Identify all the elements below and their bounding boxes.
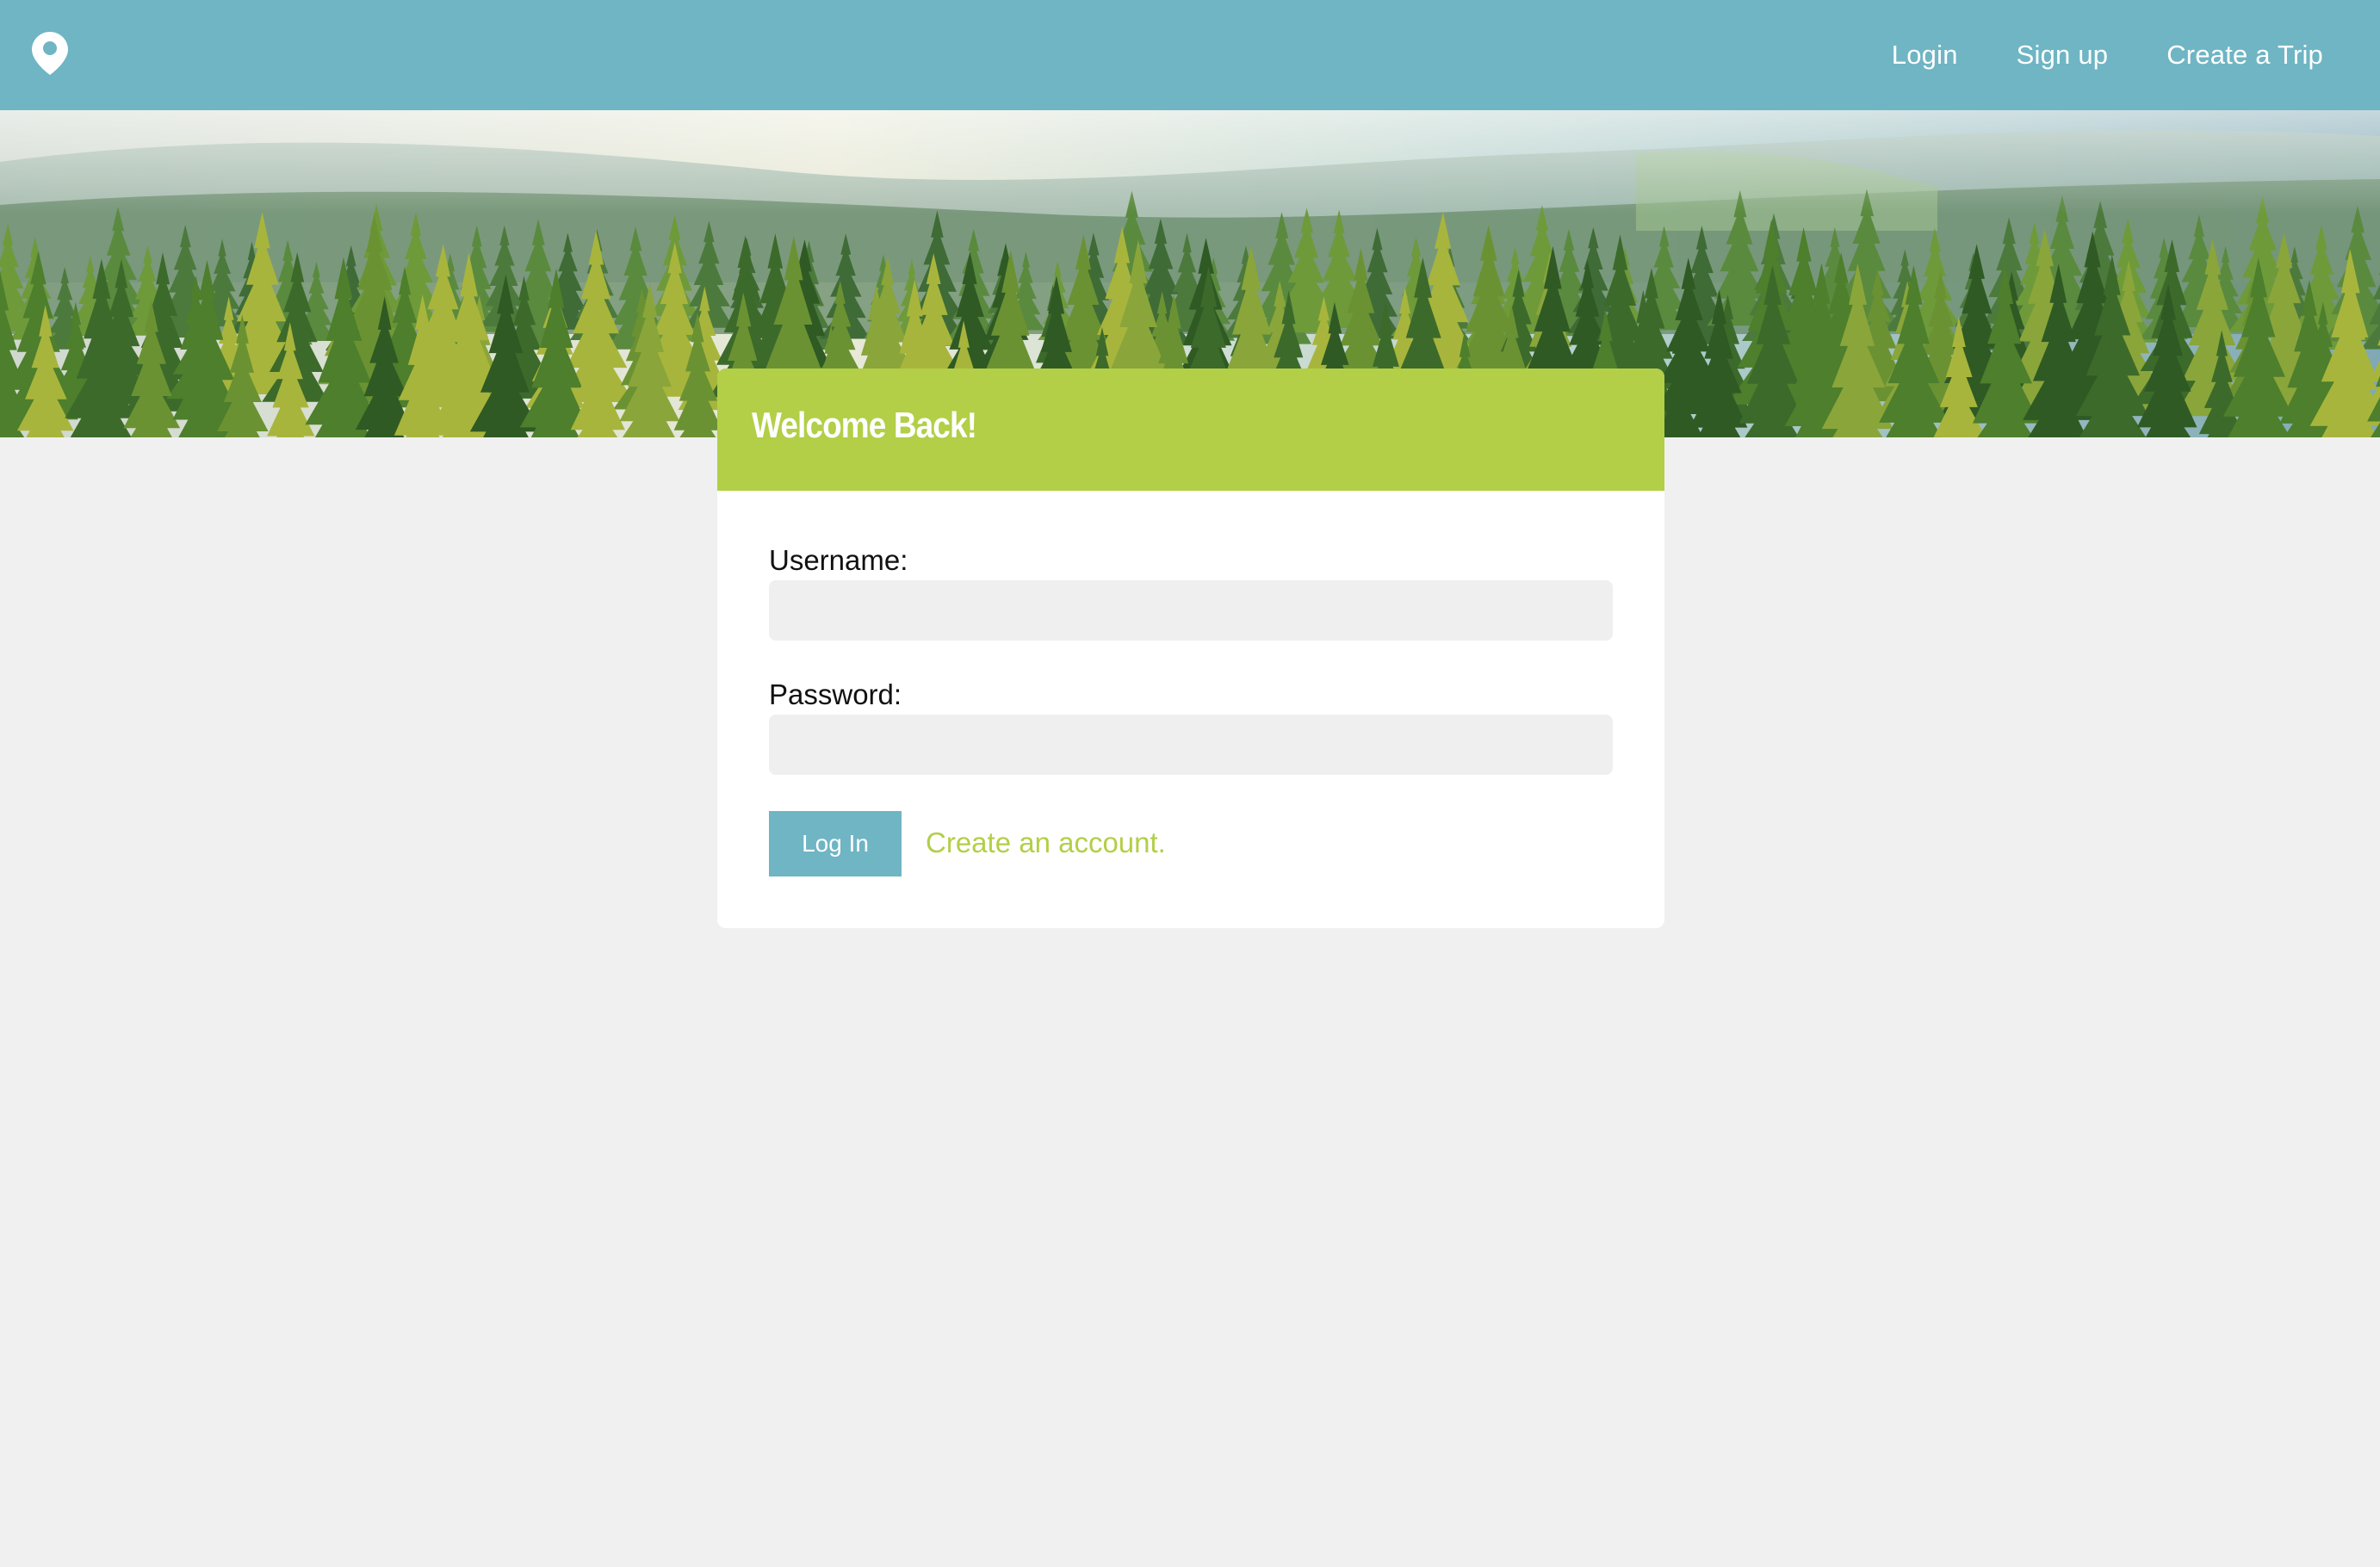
nav-links: Login Sign up Create a Trip <box>1892 0 2323 110</box>
password-input[interactable] <box>769 715 1613 775</box>
nav-signup-link[interactable]: Sign up <box>2017 40 2109 71</box>
nav-create-trip-link[interactable]: Create a Trip <box>2166 40 2323 71</box>
map-pin-icon[interactable] <box>31 31 69 76</box>
login-card: Welcome Back! Username: Password: Log In… <box>717 369 1664 928</box>
login-card-header: Welcome Back! <box>717 369 1664 491</box>
password-label: Password: <box>769 678 902 710</box>
top-navbar: Login Sign up Create a Trip <box>0 0 2380 110</box>
nav-login-link[interactable]: Login <box>1892 40 1958 71</box>
username-input[interactable] <box>769 580 1613 641</box>
username-label: Username: <box>769 544 908 576</box>
login-card-title: Welcome Back! <box>752 405 977 445</box>
login-button[interactable]: Log In <box>769 811 902 876</box>
create-account-link[interactable]: Create an account. <box>926 827 1166 859</box>
